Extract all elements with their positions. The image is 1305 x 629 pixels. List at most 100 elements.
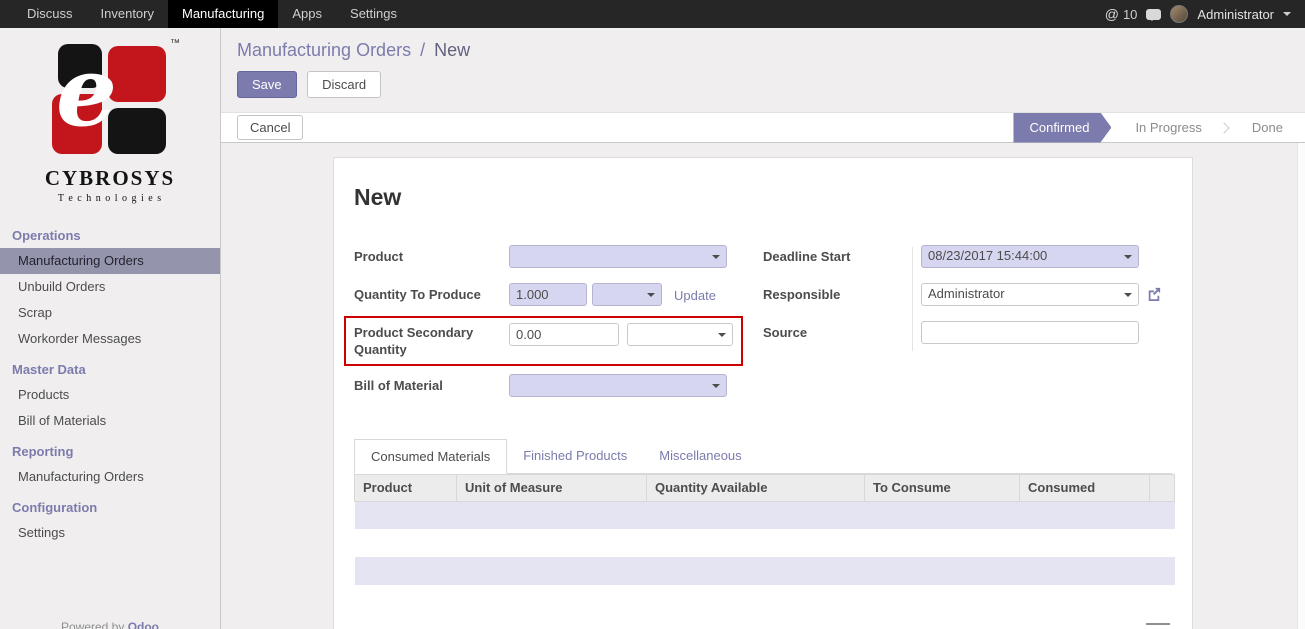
breadcrumb-parent[interactable]: Manufacturing Orders: [237, 40, 411, 60]
sidebar-section-reporting: Reporting: [0, 434, 220, 464]
breadcrumb: Manufacturing Orders / New: [237, 40, 1305, 61]
consumed-materials-table: Product Unit of Measure Quantity Availab…: [354, 474, 1175, 614]
bom-dropdown[interactable]: [509, 374, 727, 397]
column-header-actions: [1150, 474, 1175, 501]
sidebar-item-bill-of-materials[interactable]: Bill of Materials: [0, 408, 220, 434]
sidebar-section-operations: Operations: [0, 218, 220, 248]
company-logo: e ™ CYBROSYS T e c h n o l o g i e s: [0, 28, 220, 204]
status-steps: Confirmed In Progress Done: [1013, 113, 1305, 142]
external-link-icon[interactable]: [1147, 287, 1161, 306]
column-header-to-consume[interactable]: To Consume: [865, 474, 1020, 501]
odoo-link[interactable]: Odoo: [128, 620, 159, 629]
menu-discuss[interactable]: Discuss: [13, 0, 87, 28]
table-header-row: Product Unit of Measure Quantity Availab…: [355, 474, 1175, 501]
deadline-dropdown[interactable]: 08/23/2017 15:44:00: [921, 245, 1139, 268]
topbar-right: @ 10 Administrator: [1105, 0, 1305, 28]
trademark-symbol: ™: [170, 38, 180, 49]
menu-manufacturing[interactable]: Manufacturing: [168, 0, 278, 28]
product-dropdown[interactable]: [509, 245, 727, 268]
menu-apps[interactable]: Apps: [278, 0, 336, 28]
avatar: [1170, 5, 1188, 23]
quantity-label: Quantity To Produce: [354, 283, 509, 304]
tab-consumed-materials[interactable]: Consumed Materials: [354, 439, 507, 474]
app-menu: Discuss Inventory Manufacturing Apps Set…: [0, 0, 411, 28]
chevron-right-icon: [1218, 122, 1229, 133]
table-row: [355, 501, 1175, 529]
sidebar-item-unbuild-orders[interactable]: Unbuild Orders: [0, 274, 220, 300]
field-product-row: Product: [354, 245, 763, 268]
table-row: [355, 529, 1175, 557]
sidebar-section-configuration: Configuration: [0, 490, 220, 520]
secondary-quantity-label: Product Secondary Quantity: [354, 323, 509, 359]
secondary-uom-dropdown[interactable]: [627, 323, 733, 346]
notebook-tabs: Consumed Materials Finished Products Mis…: [354, 438, 1172, 474]
scrollbar[interactable]: [1297, 143, 1305, 629]
table-row: [355, 585, 1175, 613]
field-source-row: Source: [763, 321, 1172, 344]
column-header-product[interactable]: Product: [355, 474, 457, 501]
field-responsible-row: Responsible Administrator: [763, 283, 1172, 306]
field-quantity-row: Quantity To Produce Update: [354, 283, 763, 308]
source-label: Source: [763, 321, 921, 342]
statusbar: Cancel Confirmed In Progress Done: [221, 112, 1305, 143]
deadline-label: Deadline Start: [763, 245, 921, 266]
logo-e-glyph: e: [56, 32, 117, 152]
form-column-right: Deadline Start 08/23/2017 15:44:00 Respo…: [763, 245, 1172, 412]
source-input[interactable]: [921, 321, 1139, 344]
company-logo-mark: e ™: [52, 44, 168, 158]
discard-button[interactable]: Discard: [307, 71, 381, 98]
powered-by-text: Powered by: [61, 620, 124, 629]
form-buttons: Save Discard: [237, 71, 1305, 98]
user-menu[interactable]: Administrator: [1197, 7, 1274, 22]
form-view: New Product Quantity To Produce Update: [221, 143, 1305, 629]
secondary-menu: Operations Manufacturing Orders Unbuild …: [0, 218, 220, 546]
top-navbar: Discuss Inventory Manufacturing Apps Set…: [0, 0, 1305, 28]
secondary-quantity-input[interactable]: [509, 323, 619, 346]
save-button[interactable]: Save: [237, 71, 297, 98]
uom-dropdown[interactable]: [592, 283, 662, 306]
cancel-button[interactable]: Cancel: [237, 115, 303, 140]
chat-icon[interactable]: [1146, 9, 1161, 20]
sidebar-item-reporting-manufacturing-orders[interactable]: Manufacturing Orders: [0, 464, 220, 490]
form-sheet: New Product Quantity To Produce Update: [333, 157, 1193, 629]
sidebar-item-workorder-messages[interactable]: Workorder Messages: [0, 326, 220, 352]
product-label: Product: [354, 245, 509, 266]
sidebar-item-scrap[interactable]: Scrap: [0, 300, 220, 326]
menu-settings[interactable]: Settings: [336, 0, 411, 28]
sidebar-item-settings[interactable]: Settings: [0, 520, 220, 546]
status-step-done[interactable]: Done: [1238, 113, 1305, 143]
record-title: New: [354, 184, 1172, 211]
brand-tagline: T e c h n o l o g i e s: [0, 193, 220, 204]
main-area: Manufacturing Orders / New Save Discard …: [221, 28, 1305, 629]
form-fields: Product Quantity To Produce Update Produ…: [354, 245, 1172, 412]
field-bom-row: Bill of Material: [354, 374, 763, 397]
breadcrumb-current: New: [434, 40, 470, 60]
powered-by: Powered by Odoo: [0, 620, 220, 629]
update-link[interactable]: Update: [674, 283, 716, 308]
sidebar-item-products[interactable]: Products: [0, 382, 220, 408]
column-header-unit-of-measure[interactable]: Unit of Measure: [457, 474, 647, 501]
sidebar-item-manufacturing-orders[interactable]: Manufacturing Orders: [0, 248, 220, 274]
tab-finished-products[interactable]: Finished Products: [507, 439, 643, 474]
column-header-consumed[interactable]: Consumed: [1020, 474, 1150, 501]
brand-name: CYBROSYS: [0, 166, 220, 191]
bom-label: Bill of Material: [354, 374, 509, 395]
table-footer-line: [1146, 623, 1170, 625]
status-step-in-progress[interactable]: In Progress: [1121, 113, 1215, 143]
sidebar-section-master-data: Master Data: [0, 352, 220, 382]
status-step-confirmed[interactable]: Confirmed: [1013, 113, 1111, 143]
mention-counter[interactable]: @ 10: [1105, 6, 1138, 22]
column-header-quantity-available[interactable]: Quantity Available: [647, 474, 865, 501]
sidebar: e ™ CYBROSYS T e c h n o l o g i e s Ope…: [0, 28, 221, 629]
form-column-left: Product Quantity To Produce Update Produ…: [354, 245, 763, 412]
chevron-down-icon: [1283, 12, 1291, 20]
tab-miscellaneous[interactable]: Miscellaneous: [643, 439, 757, 474]
mention-count: 10: [1123, 7, 1137, 22]
breadcrumb-separator: /: [420, 40, 425, 60]
at-icon: @: [1105, 6, 1119, 22]
control-panel: Manufacturing Orders / New Save Discard: [221, 28, 1305, 112]
quantity-input[interactable]: [509, 283, 587, 306]
menu-inventory[interactable]: Inventory: [87, 0, 168, 28]
responsible-dropdown[interactable]: Administrator: [921, 283, 1139, 306]
responsible-label: Responsible: [763, 283, 921, 304]
